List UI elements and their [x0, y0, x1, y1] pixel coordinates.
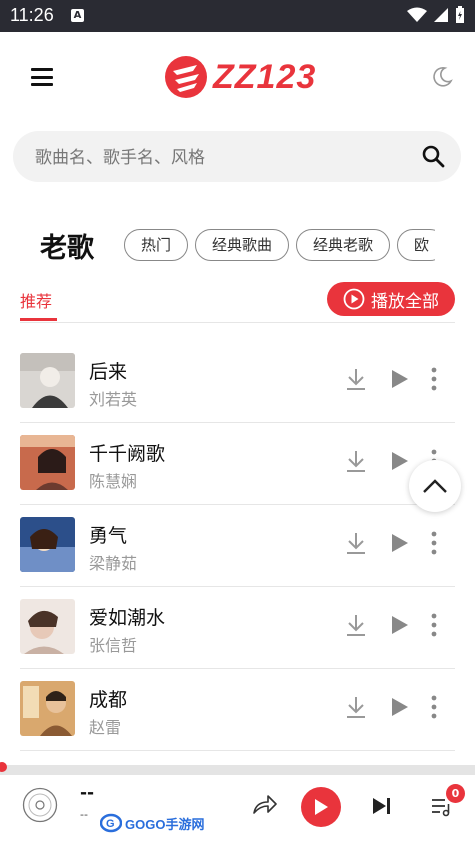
menu-icon[interactable] [31, 68, 53, 86]
search-icon[interactable] [421, 144, 445, 168]
wifi-icon [407, 7, 427, 22]
chevron-up-icon [423, 479, 447, 493]
tab-indicator [20, 318, 57, 321]
divider [20, 750, 455, 751]
play-all-button[interactable]: 播放全部 [327, 282, 455, 316]
play-icon[interactable] [390, 369, 410, 389]
song-row[interactable]: 千千阙歌 陈慧娴 [20, 423, 455, 505]
download-icon[interactable] [345, 449, 367, 473]
download-icon[interactable] [345, 613, 367, 637]
album-cover [20, 435, 75, 490]
download-icon[interactable] [345, 531, 367, 555]
battery-icon [456, 6, 464, 23]
song-title: 后来 [89, 361, 128, 383]
chip-classic-songs[interactable]: 经典歌曲 [195, 229, 290, 261]
song-row[interactable]: 成都 赵雷 [20, 669, 455, 751]
status-icons [407, 6, 465, 24]
category-title: 老歌 [40, 233, 94, 264]
app-logo: ZZ123 [163, 52, 316, 102]
more-icon[interactable] [430, 695, 438, 719]
search-bar [13, 131, 461, 184]
song-title: 爱如潮水 [89, 607, 166, 629]
play-icon[interactable] [390, 615, 410, 635]
mini-player: -- -- G GOGO手游网 0 [0, 775, 475, 844]
tab-recommend[interactable]: 推荐 [20, 288, 52, 312]
logo-text: ZZ123 [213, 57, 317, 96]
song-artist: 梁静茹 [89, 554, 138, 573]
song-row[interactable]: 后来 刘若英 [20, 341, 455, 423]
playback-progress-track[interactable] [0, 765, 475, 775]
chip-classic-oldies[interactable]: 经典老歌 [296, 229, 391, 261]
play-pause-button[interactable] [301, 787, 341, 827]
status-time: 11:26 [10, 5, 54, 25]
watermark-icon: G [100, 813, 122, 833]
song-artist: 刘若英 [89, 390, 138, 409]
play-icon[interactable] [390, 533, 410, 553]
scroll-to-top-button[interactable] [409, 460, 461, 512]
top-app-bar: ZZ123 [0, 32, 475, 118]
more-icon[interactable] [430, 613, 438, 637]
chip-euro[interactable]: 欧 [397, 229, 435, 261]
song-row[interactable]: 勇气 梁静茹 [20, 505, 455, 587]
skip-next-icon[interactable] [371, 796, 393, 816]
song-title: 勇气 [89, 525, 128, 547]
download-icon[interactable] [345, 695, 367, 719]
album-cover [20, 681, 75, 736]
play-icon[interactable] [390, 451, 410, 471]
queue-count-badge: 0 [446, 784, 465, 803]
song-title: 成都 [89, 689, 128, 711]
watermark-logo: G GOGO手游网 [100, 813, 204, 833]
disc-icon[interactable] [22, 787, 58, 823]
svg-text:G: G [106, 818, 115, 830]
search-input[interactable] [33, 131, 397, 184]
album-cover [20, 517, 75, 572]
chip-hot[interactable]: 热门 [124, 229, 189, 261]
category-chips: 热门 经典歌曲 经典老歌欧 [124, 229, 435, 263]
song-artist: 张信哲 [89, 636, 138, 655]
play-all-label: 播放全部 [371, 291, 439, 312]
share-icon[interactable] [252, 793, 278, 815]
watermark-text: GOGO手游网 [125, 816, 205, 832]
song-artist: 赵雷 [89, 718, 122, 737]
album-cover [20, 353, 75, 408]
notification-icon: A [71, 9, 84, 22]
album-cover [20, 599, 75, 654]
more-icon[interactable] [430, 531, 438, 555]
song-artist: 陈慧娴 [89, 472, 138, 491]
status-bar: 11:26 A [0, 0, 475, 32]
now-playing-title: -- [80, 783, 95, 803]
play-icon [315, 799, 328, 815]
song-row[interactable]: 爱如潮水 张信哲 [20, 587, 455, 669]
play-icon[interactable] [390, 697, 410, 717]
signal-icon [434, 8, 448, 22]
play-circle-icon [343, 288, 365, 310]
more-icon[interactable] [430, 367, 438, 391]
download-icon[interactable] [345, 367, 367, 391]
now-playing-artist: -- [80, 808, 88, 821]
moon-icon[interactable] [431, 66, 453, 88]
divider [20, 322, 455, 323]
song-title: 千千阙歌 [89, 443, 166, 465]
logo-mark-icon [165, 56, 207, 98]
